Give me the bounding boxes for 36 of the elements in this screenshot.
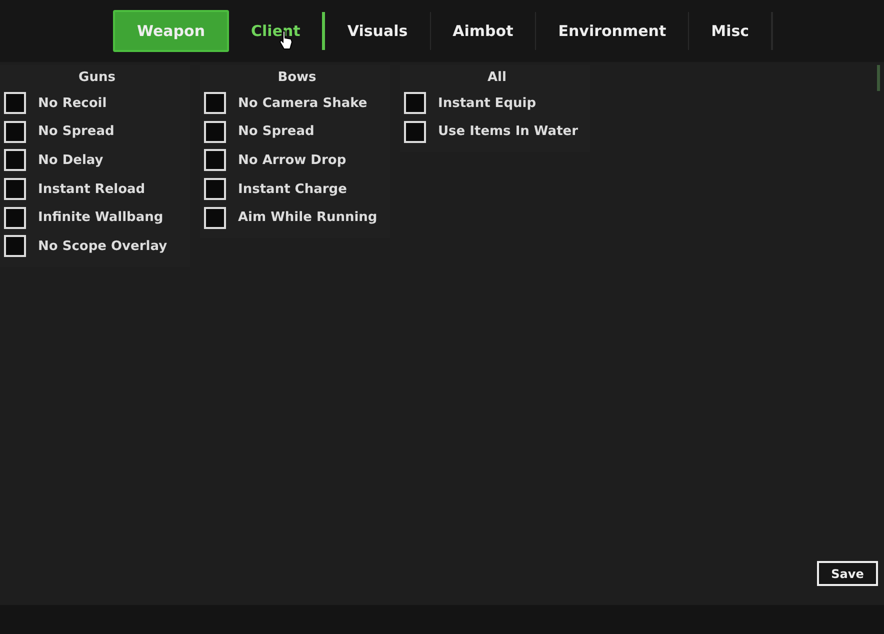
option-label: Instant Charge: [238, 182, 347, 197]
section-title: All: [486, 70, 508, 85]
option-label: Aim While Running: [238, 210, 378, 226]
section-title: Guns: [78, 70, 116, 85]
tab[interactable]: Visuals: [325, 12, 431, 50]
checkbox[interactable]: [4, 149, 26, 172]
option-label: No Scope Overlay: [38, 238, 168, 254]
option-label: Use Items In Water: [438, 124, 578, 140]
option-label: Instant Reload: [38, 182, 146, 197]
checkbox[interactable]: [204, 178, 226, 200]
scrollbar-thumb[interactable]: [877, 65, 880, 91]
section-title: Bows: [276, 70, 318, 85]
option-label: Instant Equip: [438, 96, 536, 111]
checkbox[interactable]: [404, 92, 426, 114]
checkbox[interactable]: [404, 120, 426, 143]
checkbox[interactable]: [204, 92, 226, 114]
option-label: No Recoil: [38, 96, 107, 111]
checkbox[interactable]: [204, 206, 226, 229]
checkbox[interactable]: [204, 120, 226, 143]
checkbox[interactable]: [4, 92, 26, 114]
checkbox[interactable]: [4, 178, 26, 200]
option-label: No Arrow Drop: [238, 152, 346, 168]
tab[interactable]: Environment: [536, 12, 690, 50]
checkbox[interactable]: [4, 120, 26, 143]
option-label: Infinite Wallbang: [38, 210, 164, 226]
tab[interactable]: Misc: [689, 12, 772, 50]
option-label: No Spread: [38, 124, 114, 140]
option-label: No Camera Shake: [238, 96, 368, 111]
save-button[interactable]: Save: [817, 561, 878, 586]
option-label: No Spread: [238, 124, 314, 140]
tab[interactable]: Client: [229, 12, 326, 50]
tab[interactable]: Aimbot: [430, 12, 536, 50]
checkbox[interactable]: [4, 206, 26, 229]
checkbox[interactable]: [4, 235, 26, 258]
option-label: No Delay: [38, 152, 104, 168]
checkbox[interactable]: [204, 149, 226, 172]
